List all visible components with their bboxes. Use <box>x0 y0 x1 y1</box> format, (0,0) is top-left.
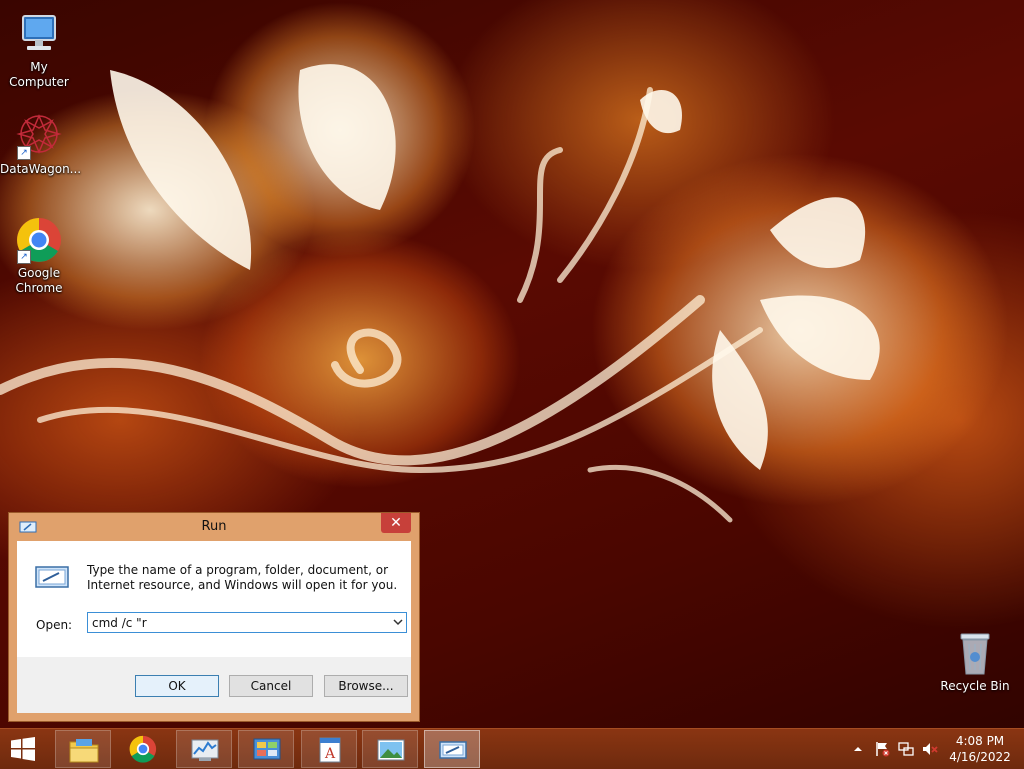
run-icon <box>439 741 467 759</box>
computer-icon <box>15 10 63 58</box>
taskbar: A 4:08 PM 4/16/2022 <box>0 728 1024 769</box>
clock-time: 4:08 PM <box>955 734 1005 748</box>
taskbar-file-explorer[interactable] <box>55 730 111 768</box>
desktop-icon-google-chrome[interactable]: ↗ Google Chrome <box>0 216 78 296</box>
recycle-bin-icon <box>960 633 990 675</box>
run-dialog-titlebar[interactable]: Run ✕ <box>9 513 419 541</box>
run-dialog-body: Type the name of a program, folder, docu… <box>17 541 411 713</box>
shortcut-arrow-icon: ↗ <box>17 250 31 264</box>
datawagon-icon: ↗ <box>15 112 63 160</box>
desktop-icon-label: Google Chrome <box>15 266 63 295</box>
desktop-icon-label: DataWagon... <box>0 162 82 176</box>
file-explorer-icon <box>69 739 99 763</box>
chevron-down-icon[interactable] <box>392 616 404 628</box>
network-icon[interactable] <box>898 741 914 757</box>
taskbar-wordpad[interactable]: A <box>301 730 357 768</box>
desktop-icon-datawagon[interactable]: ↗ DataWagon... <box>0 112 82 177</box>
close-button[interactable]: ✕ <box>381 513 411 533</box>
browse-button[interactable]: Browse... <box>324 675 408 697</box>
ok-button[interactable]: OK <box>135 675 219 697</box>
image-viewer-icon <box>377 739 405 761</box>
clock-date: 4/16/2022 <box>949 750 1011 764</box>
shortcut-arrow-icon: ↗ <box>17 146 31 160</box>
volume-muted-icon[interactable] <box>922 741 938 757</box>
system-clock[interactable]: 4:08 PM 4/16/2022 <box>948 733 1012 765</box>
run-prompt-text: Type the name of a program, folder, docu… <box>87 563 398 592</box>
window-title: Run <box>201 519 227 534</box>
open-label: Open: <box>36 618 73 632</box>
desktop-icon-label: My Computer <box>9 60 69 89</box>
taskbar-run[interactable] <box>424 730 480 768</box>
cancel-button[interactable]: Cancel <box>229 675 313 697</box>
chrome-icon: ↗ <box>15 216 63 264</box>
run-dialog-content: Type the name of a program, folder, docu… <box>17 541 411 657</box>
windows-start-icon[interactable] <box>10 737 36 761</box>
svg-text:A: A <box>324 746 336 762</box>
run-dialog: Run ✕ Type the name of a program, folder… <box>8 512 420 722</box>
taskbar-image-viewer[interactable] <box>362 730 418 768</box>
taskbar-control-panel[interactable] <box>238 730 294 768</box>
action-center-flag-icon[interactable] <box>874 741 890 757</box>
control-panel-icon <box>253 738 281 760</box>
run-prompt-icon <box>35 566 69 588</box>
open-combobox[interactable] <box>87 612 407 633</box>
open-input[interactable] <box>92 614 382 631</box>
desktop-icon-my-computer[interactable]: My Computer <box>0 10 78 90</box>
resource-monitor-icon <box>191 739 219 761</box>
desktop-icon-label: Recycle Bin <box>940 679 1010 693</box>
taskbar-resource-monitor[interactable] <box>176 730 232 768</box>
desktop-icon-recycle-bin[interactable]: Recycle Bin <box>940 630 1010 693</box>
show-hidden-icons-chevron[interactable] <box>850 741 866 757</box>
taskbar-chrome[interactable] <box>115 730 171 768</box>
chrome-icon <box>129 735 157 763</box>
wordpad-icon: A <box>319 737 341 763</box>
